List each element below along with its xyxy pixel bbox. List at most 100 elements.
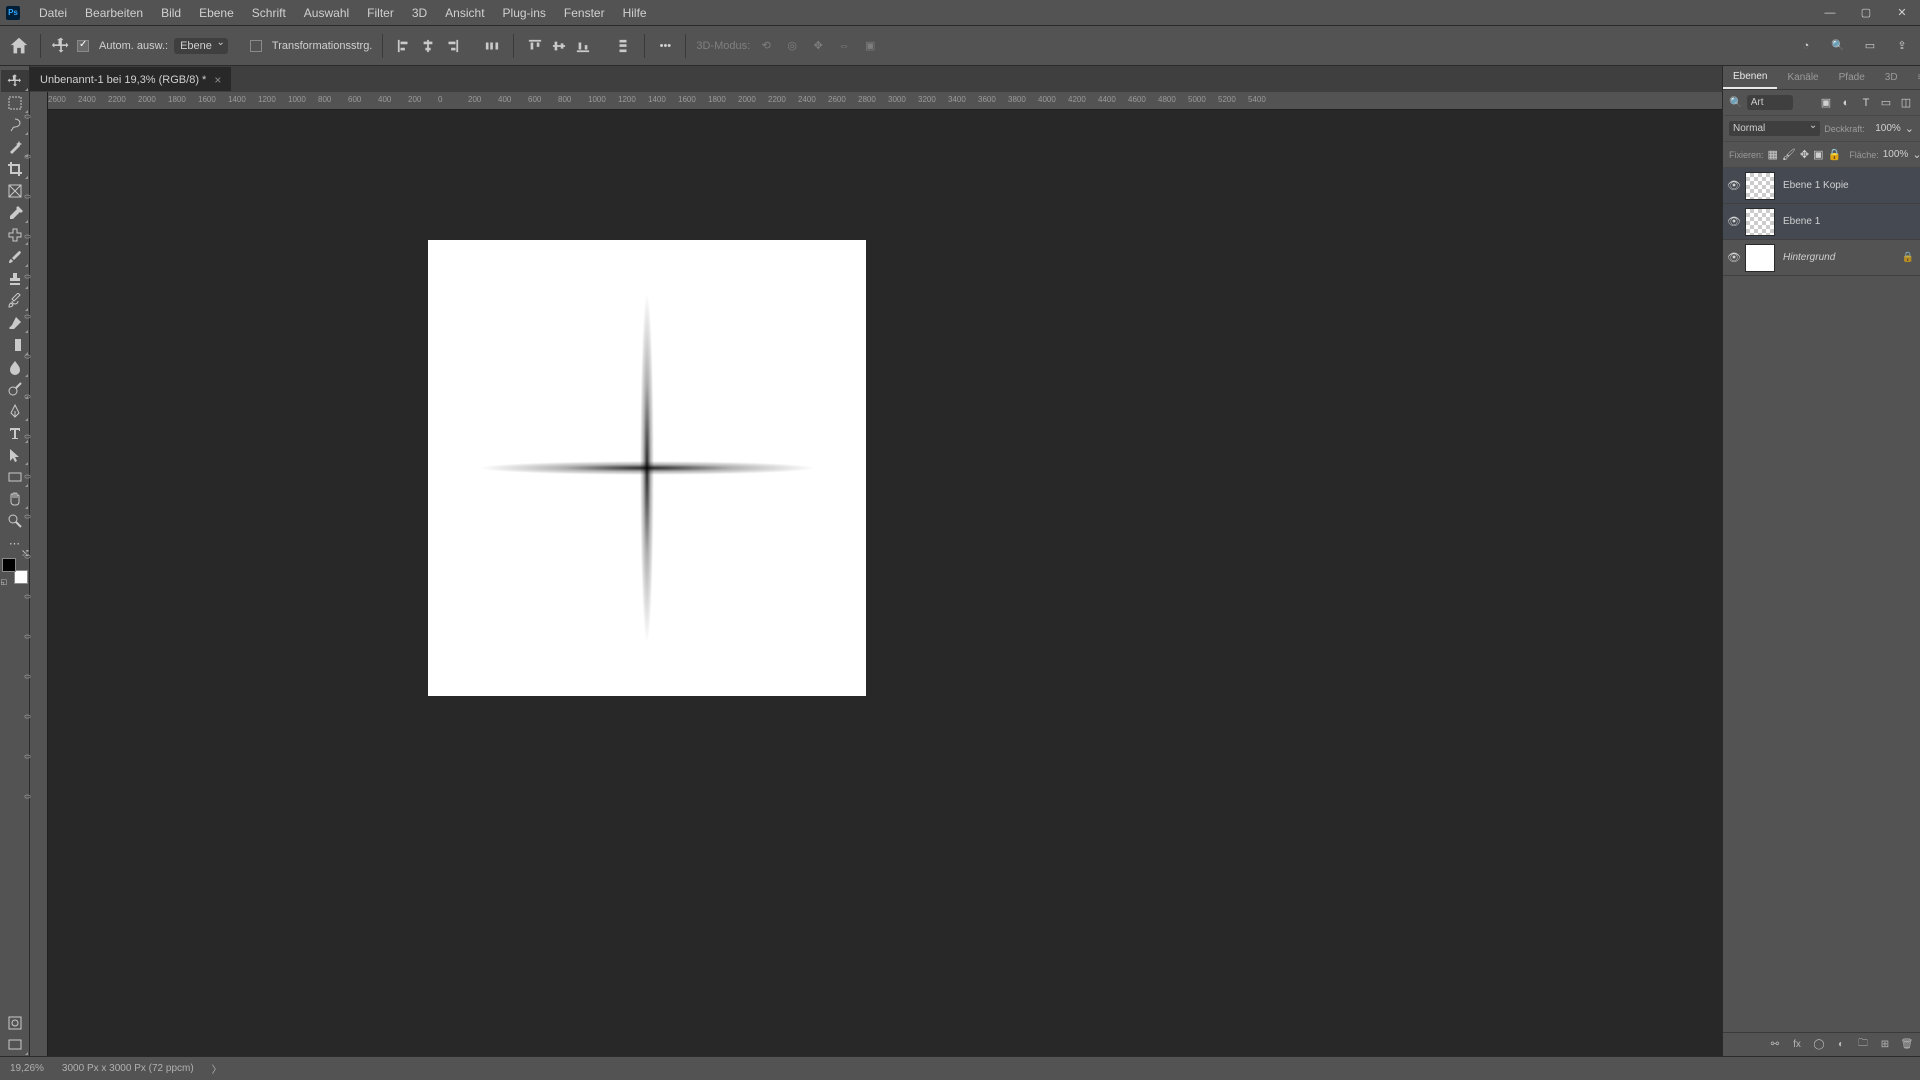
quick-mask-icon[interactable] [1, 1012, 29, 1034]
minimize-button[interactable]: — [1812, 0, 1848, 26]
adjustment-icon[interactable]: ◐ [1834, 1038, 1848, 1052]
default-colors-icon[interactable]: ◱ [1, 578, 8, 585]
filter-smart-icon[interactable]: ◫ [1898, 95, 1914, 111]
move-tool[interactable] [1, 70, 29, 92]
align-vcenter-icon[interactable] [548, 35, 570, 57]
filter-type-icon[interactable]: T [1858, 95, 1874, 111]
lock-nest-icon[interactable]: ▣ [1813, 147, 1823, 163]
canvas[interactable] [428, 240, 866, 696]
filter-shape-icon[interactable]: ▭ [1878, 95, 1894, 111]
lock-pos-icon[interactable]: ✥ [1800, 147, 1809, 163]
type-tool[interactable] [1, 422, 29, 444]
layer-row[interactable]: 👁Hintergrund🔒 [1723, 240, 1920, 276]
filter-pixel-icon[interactable]: ▣ [1818, 95, 1834, 111]
menu-plugins[interactable]: Plug-ins [494, 6, 555, 20]
layer-name[interactable]: Ebene 1 Kopie [1783, 180, 1914, 191]
opacity-value[interactable]: 100% [1869, 123, 1901, 134]
menu-datei[interactable]: Datei [30, 6, 76, 20]
close-button[interactable]: ✕ [1884, 0, 1920, 26]
document-tab[interactable]: Unbenannt-1 bei 19,3% (RGB/8) * × [30, 67, 231, 91]
align-left-icon[interactable] [393, 35, 415, 57]
maximize-button[interactable]: ▢ [1848, 0, 1884, 26]
more-align-icon[interactable]: ••• [655, 36, 675, 56]
layer-row[interactable]: 👁 Ebene 1 [1723, 204, 1920, 240]
fill-chevron-icon[interactable]: ⌄ [1912, 148, 1920, 161]
blend-mode-select[interactable]: Normal [1729, 121, 1820, 136]
history-brush-tool[interactable] [1, 290, 29, 312]
mask-icon[interactable]: ◯ [1812, 1038, 1826, 1052]
layer-name[interactable]: Ebene 1 [1783, 216, 1914, 227]
layer-thumbnail[interactable] [1745, 208, 1775, 236]
distribute-h-icon[interactable] [481, 35, 503, 57]
horizontal-ruler[interactable]: 2600240022002000180016001400120010008006… [48, 92, 1722, 110]
lock-all-icon[interactable]: 🔒 [1828, 147, 1842, 163]
foreground-color[interactable] [2, 558, 16, 572]
visibility-toggle[interactable]: 👁 [1723, 179, 1745, 192]
tab-pfade[interactable]: Pfade [1829, 66, 1875, 89]
layer-thumbnail[interactable] [1745, 244, 1775, 272]
auto-select-target[interactable]: Ebene [174, 38, 228, 54]
hand-tool[interactable] [1, 488, 29, 510]
vertical-ruler[interactable]: 000000000000000000 [30, 92, 48, 1056]
search-icon[interactable]: 🔍 [1828, 36, 1848, 56]
align-top-icon[interactable] [524, 35, 546, 57]
brush-tool[interactable] [1, 246, 29, 268]
delete-layer-icon[interactable]: 🗑 [1900, 1038, 1914, 1052]
align-right-icon[interactable] [441, 35, 463, 57]
layer-name[interactable]: Hintergrund [1783, 252, 1902, 263]
panel-menu-icon[interactable]: ≡ [1908, 66, 1920, 89]
menu-ebene[interactable]: Ebene [190, 6, 243, 20]
layer-filter-input[interactable] [1747, 95, 1793, 110]
fx-icon[interactable]: fx [1790, 1038, 1804, 1052]
status-more-icon[interactable]: 〉 [212, 1061, 222, 1076]
eyedropper-tool[interactable] [1, 202, 29, 224]
distribute-v-icon[interactable] [612, 35, 634, 57]
home-icon[interactable] [8, 35, 30, 57]
new-layer-icon[interactable]: ⊞ [1878, 1038, 1892, 1052]
menu-fenster[interactable]: Fenster [555, 6, 614, 20]
menu-auswahl[interactable]: Auswahl [295, 6, 358, 20]
lock-trans-icon[interactable]: ▦ [1768, 147, 1778, 163]
share-search-icon[interactable]: ◔ [1796, 36, 1816, 56]
menu-ansicht[interactable]: Ansicht [436, 6, 493, 20]
lock-paint-icon[interactable]: 🖌 [1782, 147, 1796, 163]
screen-mode-icon[interactable] [1, 1034, 29, 1056]
layer-thumbnail[interactable] [1745, 172, 1775, 200]
align-hcenter-icon[interactable] [417, 35, 439, 57]
filter-adjust-icon[interactable]: ◐ [1838, 95, 1854, 111]
layer-row[interactable]: 👁 Ebene 1 Kopie [1723, 168, 1920, 204]
tab-ebenen[interactable]: Ebenen [1723, 66, 1777, 89]
crop-tool[interactable] [1, 158, 29, 180]
gradient-tool[interactable] [1, 334, 29, 356]
link-layers-icon[interactable]: ⚯ [1768, 1038, 1782, 1052]
tab-kanaele[interactable]: Kanäle [1777, 66, 1828, 89]
align-bottom-icon[interactable] [572, 35, 594, 57]
workspace-icon[interactable]: ▭ [1860, 36, 1880, 56]
status-zoom[interactable]: 19,26% [10, 1063, 44, 1074]
visibility-toggle[interactable]: 👁 [1723, 215, 1745, 228]
menu-filter[interactable]: Filter [358, 6, 403, 20]
path-select-tool[interactable] [1, 444, 29, 466]
marquee-tool[interactable] [1, 92, 29, 114]
color-swatches[interactable]: ⤭ ◱ [2, 558, 28, 584]
group-icon[interactable]: 🗀 [1856, 1038, 1870, 1052]
tab-3d[interactable]: 3D [1875, 66, 1908, 89]
canvas-viewport[interactable] [48, 110, 1722, 1056]
background-color[interactable] [14, 570, 28, 584]
pen-tool[interactable] [1, 400, 29, 422]
menu-hilfe[interactable]: Hilfe [614, 6, 656, 20]
fill-value[interactable]: 100% [1883, 149, 1909, 160]
menu-schrift[interactable]: Schrift [243, 6, 295, 20]
auto-select-checkbox[interactable] [77, 40, 89, 52]
menu-3d[interactable]: 3D [403, 6, 436, 20]
share-icon[interactable]: ⇪ [1892, 36, 1912, 56]
move-tool-icon[interactable] [51, 36, 71, 56]
visibility-toggle[interactable]: 👁 [1723, 251, 1745, 264]
close-tab-icon[interactable]: × [214, 73, 221, 87]
transform-checkbox[interactable] [250, 40, 262, 52]
opacity-chevron-icon[interactable]: ⌄ [1905, 122, 1914, 135]
stamp-tool[interactable] [1, 268, 29, 290]
menu-bild[interactable]: Bild [152, 6, 190, 20]
blur-tool[interactable] [1, 356, 29, 378]
menu-bearbeiten[interactable]: Bearbeiten [76, 6, 152, 20]
